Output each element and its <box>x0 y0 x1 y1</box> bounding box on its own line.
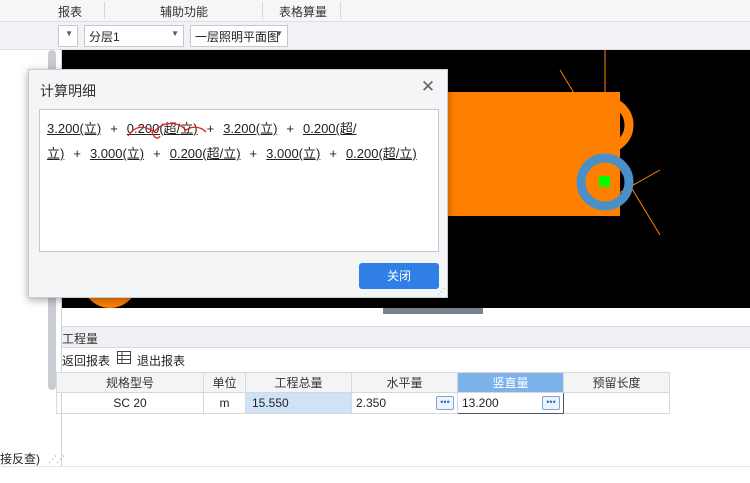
plus-operator: + <box>249 146 258 161</box>
plus-operator: + <box>153 146 161 161</box>
chevron-down-icon: ▼ <box>275 29 283 38</box>
view-toolbar: ▼ 分层1 ▼ 一层照明平面图 ▼ <box>0 22 750 50</box>
tab-auxiliary[interactable]: 辅助功能 <box>160 3 208 20</box>
formula-term[interactable]: 3.000(立) <box>90 146 144 161</box>
tab-separator <box>104 2 105 19</box>
table-row[interactable]: SC 20 m 15.550 2.350 ••• 13.200 ••• <box>56 392 670 414</box>
resize-grip-icon[interactable]: ⋰⋰ <box>48 454 65 465</box>
panel-splitter[interactable] <box>383 308 483 314</box>
resize-grip-icon[interactable]: ⋰ <box>437 287 445 296</box>
tab-separator <box>340 2 341 19</box>
vertical-value: 13.200 <box>462 396 499 410</box>
quantity-table: 规格型号 单位 工程总量 水平量 竖直量 预留长度 SC 20 m 15.550… <box>56 372 670 414</box>
status-bar <box>0 466 750 483</box>
drawing-select[interactable]: 一层照明平面图 ▼ <box>190 25 288 47</box>
exit-report-button[interactable]: 退出报表 <box>137 352 185 369</box>
table-icon <box>117 351 131 367</box>
chevron-down-icon: ▼ <box>171 29 179 38</box>
tab-report[interactable]: 报表 <box>58 3 82 20</box>
cell-reserved[interactable] <box>563 392 670 414</box>
ribbon-tabs: 报表 辅助功能 表格算量 <box>0 0 750 22</box>
formula-term[interactable]: 3.000(立) <box>266 146 320 161</box>
column-header-spec[interactable]: 规格型号 <box>56 372 204 393</box>
left-panel-hint: 接反查) <box>0 452 40 466</box>
cell-total[interactable]: 15.550 <box>245 392 352 414</box>
tab-separator <box>262 2 263 19</box>
ellipsis-icon[interactable]: ••• <box>542 396 560 410</box>
close-button[interactable]: 关闭 <box>359 263 439 289</box>
column-header-unit[interactable]: 单位 <box>203 372 246 393</box>
formula-term[interactable]: 0.200(超/立) <box>170 146 241 161</box>
column-header-horizontal[interactable]: 水平量 <box>351 372 458 393</box>
chevron-down-icon: ▼ <box>65 29 73 38</box>
column-header-total[interactable]: 工程总量 <box>245 372 352 393</box>
dialog-title: 计算明细 <box>40 83 96 99</box>
plus-operator: + <box>329 146 337 161</box>
cell-vertical[interactable]: 13.200 ••• <box>457 392 564 414</box>
quantity-toolbar: 返回报表 退出报表 <box>62 350 750 370</box>
selection-marker[interactable] <box>599 176 610 187</box>
layer-select[interactable]: 分层1 ▼ <box>84 25 184 47</box>
ellipsis-icon[interactable]: ••• <box>436 396 454 410</box>
horizontal-value: 2.350 <box>356 396 387 410</box>
combo-partial[interactable]: ▼ <box>58 25 78 47</box>
red-annotation-mark <box>127 122 207 139</box>
plus-operator: + <box>73 146 81 161</box>
formula-term[interactable]: 3.200(立) <box>47 121 101 136</box>
formula-term[interactable]: 3.200(立) <box>223 121 277 136</box>
formula-term[interactable]: 0.200(超/立) <box>346 146 417 161</box>
column-header-reserved[interactable]: 预留长度 <box>563 372 670 393</box>
close-icon[interactable]: ✕ <box>419 78 437 96</box>
plus-operator: + <box>110 121 118 136</box>
quantity-panel-header: 工程量 <box>62 326 750 348</box>
plus-operator: + <box>286 121 294 136</box>
cell-spec: SC 20 <box>56 392 204 414</box>
back-to-report-button[interactable]: 返回报表 <box>62 352 110 369</box>
column-header-vertical[interactable]: 竖直量 <box>457 372 564 393</box>
tab-table-quantity[interactable]: 表格算量 <box>279 3 327 20</box>
formula-box: 3.200(立) +0.200(超/立) +3.200(立) +0.200(超/立) +… <box>39 109 439 252</box>
cell-horizontal[interactable]: 2.350 ••• <box>351 392 458 414</box>
calculation-detail-dialog: 计算明细 ✕ 3.200(立) +0.200(超/立) +3.200(立) +0.20… <box>28 69 448 298</box>
cell-unit: m <box>203 392 246 414</box>
quantity-panel-title: 工程量 <box>62 332 99 346</box>
